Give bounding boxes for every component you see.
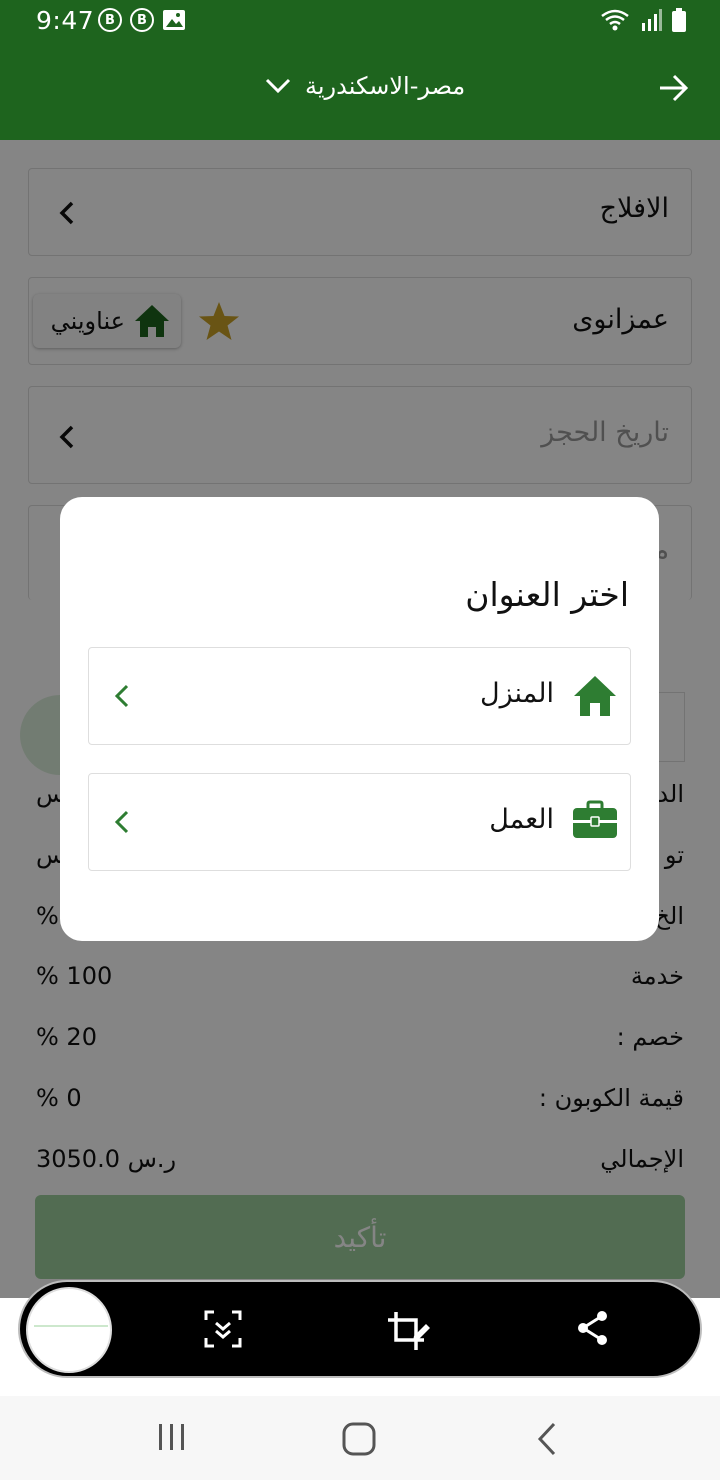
home-nav-icon[interactable] [342, 1422, 376, 1456]
chevron-left-icon [115, 684, 129, 708]
address-option-work[interactable]: العمل [88, 773, 631, 871]
back-nav-icon[interactable] [536, 1422, 558, 1456]
address-option-label: المنزل [480, 678, 554, 709]
chevron-left-icon [115, 810, 129, 834]
crop-edit-icon[interactable] [386, 1310, 432, 1352]
status-bar: 9:47 B B [0, 0, 720, 44]
chevron-down-icon [265, 78, 291, 94]
notification-b-icon: B [130, 8, 154, 32]
home-icon [574, 676, 616, 716]
image-notification-icon [163, 10, 185, 30]
system-nav-bar [0, 1396, 720, 1480]
dialog-title: اختر العنوان [465, 575, 629, 614]
back-arrow-icon[interactable] [658, 72, 690, 104]
signal-icon [642, 9, 662, 31]
briefcase-icon [573, 800, 617, 838]
address-option-home[interactable]: المنزل [88, 647, 631, 745]
app-bar: مصر-الاسكندرية [0, 44, 720, 140]
thumbnail-preview [34, 1325, 108, 1339]
scroll-capture-icon[interactable] [204, 1310, 242, 1348]
notification-b-icon: B [98, 8, 122, 32]
region-selector[interactable]: مصر-الاسكندرية [265, 72, 465, 100]
wifi-icon [601, 9, 629, 31]
app-title: مصر-الاسكندرية [305, 72, 466, 100]
screenshot-toolbar [18, 1280, 702, 1378]
notification-icons: B B [98, 8, 186, 32]
share-icon[interactable] [576, 1310, 610, 1346]
battery-icon [672, 8, 686, 32]
recent-apps-icon[interactable] [157, 1422, 187, 1452]
choose-address-dialog: اختر العنوان المنزل العمل [60, 497, 659, 941]
address-option-label: العمل [489, 804, 554, 835]
status-time: 9:47 [36, 6, 95, 35]
screenshot-thumbnail[interactable] [26, 1287, 112, 1373]
